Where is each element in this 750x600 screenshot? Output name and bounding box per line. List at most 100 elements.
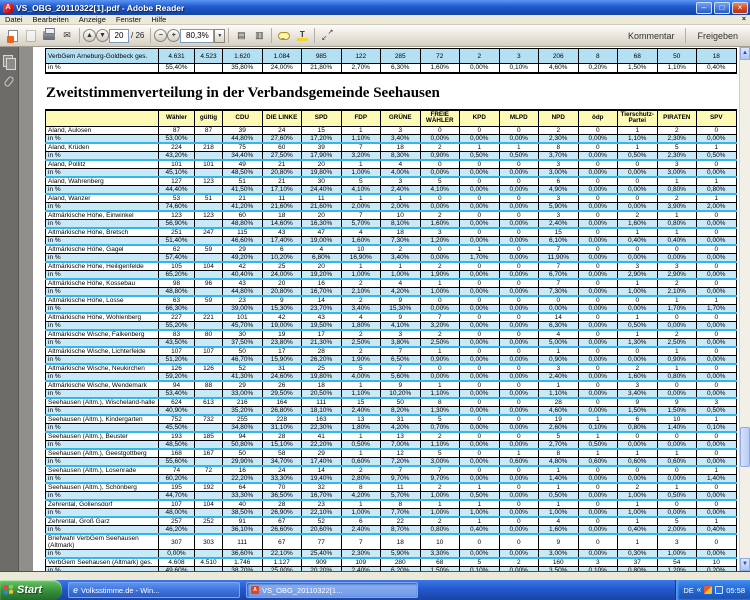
zoom-in-button[interactable]: + — [167, 29, 180, 42]
cell: 1 — [341, 262, 381, 271]
menu-item-hilfe[interactable]: Hilfe — [146, 15, 171, 24]
cell: 0,00% — [460, 135, 500, 144]
cell: 18 — [381, 143, 421, 152]
cell: 1,60% — [420, 64, 460, 73]
menu-item-fenster[interactable]: Fenster — [111, 15, 146, 24]
cell: 0,80% — [657, 373, 697, 382]
cell: 2 — [657, 194, 697, 203]
page-number-input[interactable] — [109, 29, 129, 43]
print-button[interactable] — [40, 27, 58, 45]
cell: 1 — [420, 381, 460, 390]
restore-button[interactable]: □ — [714, 2, 730, 14]
table-row: Altmärkische Höhe, Wohlenberg22722110142… — [46, 313, 737, 322]
row-label: in % — [46, 169, 159, 178]
scroll-down-button[interactable]: ▼ — [740, 558, 750, 571]
tray-chevron-icon[interactable]: « — [697, 586, 701, 594]
menu-item-anzeige[interactable]: Anzeige — [74, 15, 111, 24]
attachments-panel-button[interactable] — [3, 76, 16, 89]
cell: 0,00% — [578, 288, 618, 297]
cell: 1,10% — [420, 441, 460, 450]
cell: 0,00% — [618, 441, 658, 450]
cell: 0,00% — [578, 220, 618, 229]
cell: 51 — [195, 194, 223, 203]
save-button[interactable] — [22, 27, 40, 45]
cell: 47 — [302, 228, 342, 237]
cell: 64 — [223, 483, 263, 492]
cell: 1 — [657, 449, 697, 458]
zoom-out-button[interactable]: − — [154, 29, 167, 42]
zoom-dropdown-button[interactable]: ▼ — [214, 29, 225, 43]
cell: 57,40% — [159, 254, 195, 263]
table-row-percent: in %51,20%46,70%15,90%26,20%1,90%6,50%0,… — [46, 356, 737, 365]
menu-item-bearbeiten[interactable]: Bearbeiten — [28, 15, 74, 24]
cell: 21 — [262, 160, 302, 169]
next-page-button[interactable]: ▼ — [96, 29, 109, 42]
close-button[interactable]: × — [732, 2, 748, 14]
chevron-down-icon: ▼ — [217, 33, 222, 39]
table-header-row: WählergültigCDUDIE LINKESPDFDPGRÜNEFREIE… — [46, 110, 737, 127]
highlight-text-button[interactable]: T — [293, 27, 311, 45]
cell: 1,50% — [618, 407, 658, 416]
fit-width-button[interactable]: ▥ — [250, 27, 268, 45]
freigeben-button[interactable]: Freigeben — [689, 31, 746, 41]
cell: 44,40% — [159, 186, 195, 195]
fullscreen-button[interactable]: ↗↙ — [318, 27, 336, 45]
cell: 0,00% — [420, 305, 460, 314]
kommentar-button[interactable]: Kommentar — [620, 31, 683, 41]
cell: 0 — [657, 381, 697, 390]
cell: 0,00% — [460, 390, 500, 399]
scroll-thumb[interactable] — [740, 427, 750, 467]
document-close-icon[interactable]: × — [738, 16, 750, 23]
cell: 1 — [341, 127, 381, 135]
scroll-mode-button[interactable]: ▤ — [232, 27, 250, 45]
cell: 0,00% — [460, 441, 500, 450]
cell: 4 — [341, 228, 381, 237]
cell: 0 — [499, 364, 539, 373]
cell: 0,00% — [578, 305, 618, 314]
cell: 16,70% — [302, 288, 342, 297]
cell: 8 — [420, 398, 460, 407]
start-button[interactable]: Start — [0, 580, 62, 600]
row-label: Altmärkische Höhe, Gagel — [46, 245, 159, 254]
cell: 1 — [657, 228, 697, 237]
cell: 38,50% — [223, 509, 263, 518]
table-row-percent: in %40,90%35,20%26,80%18,10%2,40%8,20%1,… — [46, 407, 737, 416]
previous-page-button[interactable]: ▲ — [83, 29, 96, 42]
cell: 0,00% — [460, 550, 500, 559]
cell: 0 — [460, 432, 500, 441]
cell: 7,30% — [381, 237, 421, 246]
cell: 0,00% — [499, 271, 539, 280]
zoom-level-input[interactable] — [180, 29, 214, 43]
cell: 14,60% — [262, 220, 302, 229]
table-row-percent: in %46,20%36,10%26,60%20,60%2,40%8,70%0,… — [46, 526, 737, 535]
cell: 0,00% — [499, 186, 539, 195]
scroll-up-button[interactable]: ▲ — [740, 47, 750, 60]
taskbar-task-pdf[interactable]: A VS_OBG_20110322[1... — [246, 582, 418, 598]
menu-item-datei[interactable]: Datei — [0, 15, 28, 24]
email-button[interactable]: ✉ — [58, 27, 76, 45]
page-thumbnails-icon[interactable] — [3, 55, 16, 68]
plus-icon: + — [172, 32, 176, 39]
cell: 0,00% — [460, 356, 500, 365]
minimize-button[interactable]: – — [696, 2, 712, 14]
cell: 0,00% — [159, 550, 195, 559]
cell: 0,10% — [460, 567, 500, 571]
language-indicator[interactable]: DE — [683, 586, 693, 595]
cell: 206 — [539, 49, 579, 64]
cell: 0,00% — [499, 567, 539, 571]
cell: 185 — [195, 432, 223, 441]
column-header: CDU — [223, 110, 263, 127]
cell: 5 — [341, 364, 381, 373]
vertical-scrollbar[interactable]: ▲ ▼ — [739, 47, 750, 571]
taskbar-task-browser[interactable]: e Volksstimme.de - Win... — [68, 582, 240, 598]
cell: 0,90% — [420, 356, 460, 365]
cell: 0,00% — [499, 475, 539, 484]
open-pdf-button[interactable] — [4, 27, 22, 45]
cell: 0,80% — [657, 220, 697, 229]
tray-icon-2[interactable] — [715, 586, 723, 594]
tray-icon-1[interactable] — [704, 586, 712, 594]
add-comment-button[interactable] — [275, 27, 293, 45]
down-arrow-icon: ▼ — [99, 32, 106, 39]
cell: 1 — [460, 143, 500, 152]
cell: 0,50% — [460, 492, 500, 501]
